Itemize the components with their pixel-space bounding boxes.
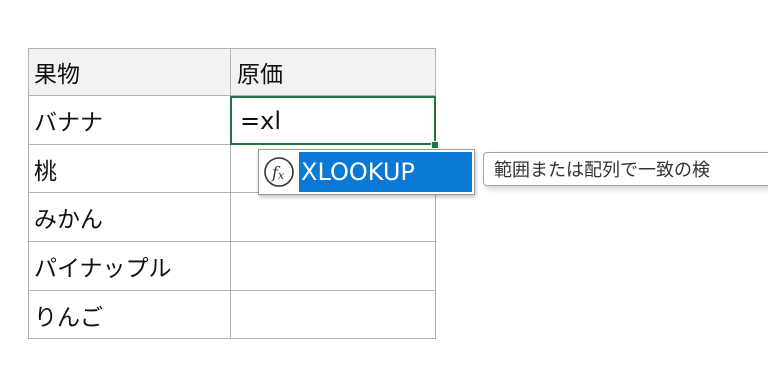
active-cell-formula: =xl xyxy=(240,106,281,135)
header-cell-fruit[interactable]: 果物 xyxy=(28,48,231,96)
table-cell-fruit[interactable]: パイナップル xyxy=(28,242,231,291)
table-cell-cost[interactable] xyxy=(231,242,436,291)
formula-autocomplete-list: f x XLOOKUP xyxy=(258,149,475,195)
table-cell-cost[interactable] xyxy=(231,291,436,339)
autocomplete-item-label: XLOOKUP xyxy=(299,152,472,192)
table-cell-fruit[interactable]: みかん xyxy=(28,193,231,242)
svg-text:x: x xyxy=(278,169,285,182)
table-cell-fruit[interactable]: バナナ xyxy=(28,96,231,145)
fill-handle[interactable] xyxy=(431,141,439,149)
table-cell-cost[interactable] xyxy=(231,193,436,242)
autocomplete-item-xlookup[interactable]: f x XLOOKUP xyxy=(261,152,472,192)
table-cell-fruit[interactable]: 桃 xyxy=(28,145,231,193)
header-cell-cost[interactable]: 原価 xyxy=(231,48,436,96)
active-cell-editor[interactable]: =xl xyxy=(230,96,436,145)
table-cell-fruit[interactable]: りんご xyxy=(28,291,231,339)
function-description-tooltip: 範囲または配列で一致の検 xyxy=(483,152,768,186)
function-fx-icon: f x xyxy=(264,157,294,187)
